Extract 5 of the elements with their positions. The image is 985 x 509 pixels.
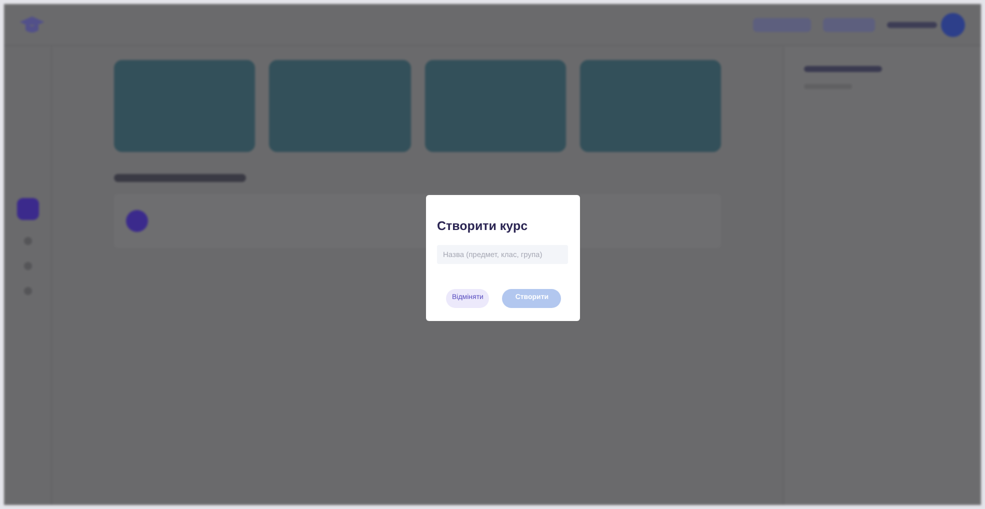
graduation-cap-icon xyxy=(20,14,44,34)
sidebar-item[interactable] xyxy=(16,198,38,220)
user-name-bar xyxy=(887,22,937,28)
avatar xyxy=(941,12,965,36)
dialog-title: Створити курс xyxy=(437,218,529,234)
